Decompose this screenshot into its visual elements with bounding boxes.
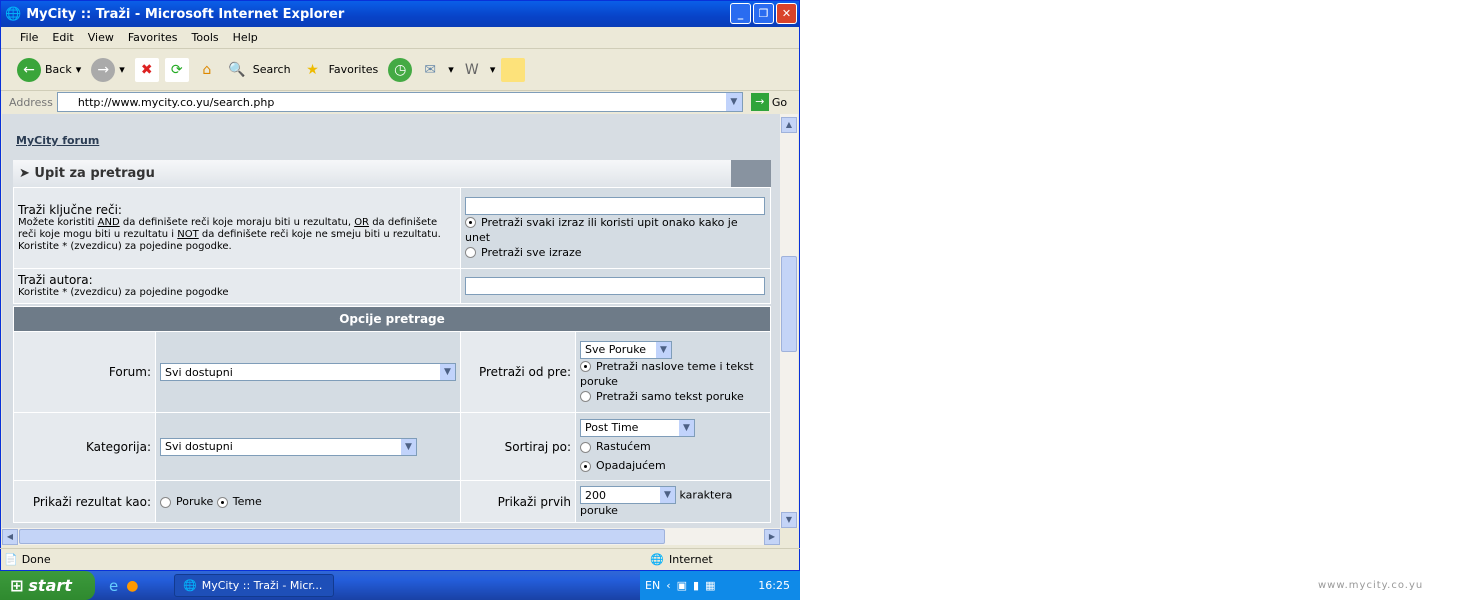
radio-topics[interactable] bbox=[216, 496, 228, 508]
language-indicator[interactable]: EN bbox=[645, 579, 660, 592]
show-first-select[interactable]: 200 ▼ bbox=[580, 486, 676, 504]
taskbar-item-ie[interactable]: 🌐 MyCity :: Traži - Micr... bbox=[174, 574, 334, 597]
ie-icon: 🌐 bbox=[5, 6, 22, 22]
stop-icon[interactable]: ✖ bbox=[134, 57, 159, 82]
menu-bar: File Edit View Favorites Tools Help bbox=[1, 27, 799, 49]
category-select[interactable]: Svi dostupni ▼ bbox=[160, 437, 417, 456]
chevron-down-icon[interactable]: ▼ bbox=[725, 93, 742, 111]
forum-label: Forum: bbox=[13, 331, 156, 413]
home-icon[interactable]: ⌂ bbox=[195, 58, 219, 82]
ie-icon: 🌐 bbox=[183, 579, 197, 592]
back-arrow-icon: ← bbox=[17, 57, 41, 82]
clock: 16:25 bbox=[758, 579, 790, 592]
author-input[interactable] bbox=[465, 277, 765, 295]
search-button[interactable]: 🔍 Search bbox=[225, 58, 291, 82]
close-button[interactable]: ✕ bbox=[776, 3, 797, 24]
options-header: Opcije pretrage bbox=[13, 306, 771, 332]
word-icon[interactable]: W bbox=[460, 58, 484, 82]
taskbar: ⊞ start e ● 🌐 MyCity :: Traži - Micr... EN… bbox=[0, 571, 800, 600]
radio-text-only[interactable] bbox=[580, 391, 591, 402]
author-help: Koristite * (zvezdicu) za pojedine pogod… bbox=[18, 287, 229, 298]
ie-quicklaunch-icon[interactable]: e bbox=[109, 577, 118, 595]
chevron-down-icon: ▼ bbox=[440, 364, 455, 380]
scroll-down-icon[interactable]: ▼ bbox=[781, 512, 797, 528]
favorites-button[interactable]: ★ Favorites bbox=[301, 58, 378, 82]
page-content: MyCity forum ➤ Upit za pretragu Traži kl… bbox=[2, 114, 780, 528]
watermark: www.mycity.co.yu bbox=[1318, 580, 1424, 591]
network-icon: ▣ bbox=[676, 579, 687, 592]
maximize-button[interactable]: ❐ bbox=[753, 3, 774, 24]
keywords-label: Traži ključne reči: bbox=[18, 203, 122, 217]
scroll-right-icon[interactable]: ▶ bbox=[764, 529, 780, 545]
forward-arrow-icon: → bbox=[91, 57, 116, 82]
radio-ascending[interactable] bbox=[580, 441, 591, 453]
show-first-label: Prikaži prvih bbox=[460, 480, 576, 523]
keywords-input[interactable] bbox=[465, 196, 765, 215]
status-bar: 📄 Done 🌐 Internet bbox=[0, 548, 800, 570]
since-select[interactable]: Sve Poruke ▼ bbox=[580, 340, 672, 359]
windows-logo-icon: ⊞ bbox=[10, 576, 24, 595]
menu-edit[interactable]: Edit bbox=[45, 31, 80, 44]
address-label: Address bbox=[9, 95, 53, 109]
since-label: Pretraži od pre: bbox=[460, 331, 576, 413]
sort-label: Sortiraj po: bbox=[460, 412, 576, 481]
address-bar: Address http://www.mycity.co.yu/search.p… bbox=[1, 91, 799, 113]
window-title: MyCity :: Traži - Microsoft Internet Exp… bbox=[26, 6, 345, 22]
search-icon: 🔍 bbox=[228, 61, 246, 78]
chevron-down-icon: ▼ bbox=[679, 419, 694, 436]
go-arrow-icon: → bbox=[750, 93, 769, 111]
minimize-button[interactable]: _ bbox=[730, 3, 751, 24]
title-bar: 🌐 MyCity :: Traži - Microsoft Internet E… bbox=[1, 1, 799, 27]
globe-icon: 🌐 bbox=[650, 553, 664, 566]
menu-view[interactable]: View bbox=[81, 31, 121, 44]
address-input[interactable]: http://www.mycity.co.yu/search.php ▼ bbox=[56, 92, 743, 112]
sort-select[interactable]: Post Time ▼ bbox=[580, 418, 695, 437]
breadcrumb-link[interactable]: MyCity forum bbox=[16, 134, 99, 147]
menu-favorites[interactable]: Favorites bbox=[121, 31, 185, 44]
radio-descending[interactable] bbox=[580, 460, 591, 472]
chevron-down-icon: ▼ bbox=[660, 487, 675, 503]
scroll-thumb[interactable] bbox=[19, 529, 665, 544]
radio-posts[interactable] bbox=[160, 496, 171, 508]
radio-titles-and-text[interactable] bbox=[580, 361, 591, 372]
category-label: Kategorija: bbox=[13, 412, 156, 481]
radio-any-terms[interactable] bbox=[465, 217, 476, 228]
note-icon[interactable] bbox=[501, 57, 526, 82]
chevron-down-icon: ▼ bbox=[656, 341, 671, 358]
flag-icon: ▦ bbox=[705, 579, 716, 592]
toolbar: ← Back ▾ → ▾ ✖ ⟳ ⌂ 🔍 Search ★ Favorites ◷ ✉… bbox=[1, 49, 799, 91]
back-button[interactable]: ← Back ▾ bbox=[17, 57, 81, 82]
firefox-icon[interactable]: ● bbox=[126, 578, 138, 594]
system-tray: EN ‹ ▣ ▮ ▦ 16:25 bbox=[640, 571, 800, 600]
query-header: ➤ Upit za pretragu bbox=[13, 160, 771, 187]
mail-icon[interactable]: ✉ bbox=[418, 58, 442, 82]
vertical-scrollbar[interactable]: ▲ ▼ bbox=[780, 114, 798, 528]
refresh-icon[interactable]: ⟳ bbox=[164, 57, 189, 82]
scroll-left-icon[interactable]: ◀ bbox=[2, 529, 18, 545]
show-as-label: Prikaži rezultat kao: bbox=[13, 480, 156, 523]
page-icon: 📄 bbox=[4, 553, 18, 566]
history-icon[interactable]: ◷ bbox=[388, 57, 413, 82]
go-button[interactable]: → Go bbox=[750, 93, 787, 111]
start-button[interactable]: ⊞ start bbox=[0, 571, 95, 600]
tray-expand-icon[interactable]: ‹ bbox=[666, 579, 670, 592]
scroll-up-icon[interactable]: ▲ bbox=[781, 117, 797, 133]
radio-all-terms[interactable] bbox=[465, 247, 476, 258]
star-icon: ★ bbox=[306, 61, 319, 78]
forward-button[interactable]: → ▾ bbox=[91, 57, 125, 82]
menu-file[interactable]: File bbox=[13, 31, 45, 44]
author-label: Traži autora: bbox=[18, 273, 93, 287]
horizontal-scrollbar[interactable]: ◀ ▶ bbox=[2, 528, 780, 545]
keywords-help: Možete koristiti AND da definišete reči … bbox=[18, 217, 441, 252]
tray-app-icon: ▮ bbox=[693, 579, 700, 592]
menu-tools[interactable]: Tools bbox=[185, 31, 226, 44]
menu-help[interactable]: Help bbox=[226, 31, 265, 44]
forum-select[interactable]: Svi dostupni ▼ bbox=[160, 363, 456, 381]
zone-label: Internet bbox=[669, 553, 713, 566]
chevron-down-icon: ▼ bbox=[401, 438, 416, 455]
scroll-thumb[interactable] bbox=[781, 256, 797, 352]
